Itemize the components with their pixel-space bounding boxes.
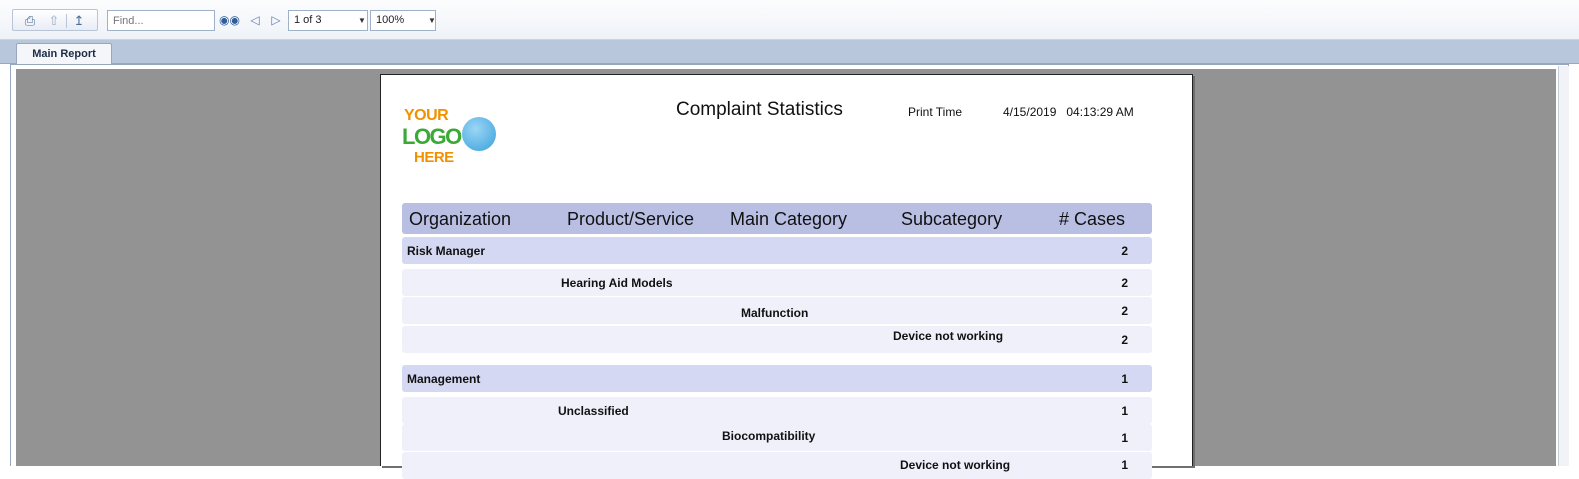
organization-name: Risk Manager — [407, 244, 486, 258]
report-toolbar: ⎙ ⇧ ↥ ◉◉ ◁ ▷ 1 of 3 ▼ 100% ▼ — [0, 0, 1579, 40]
case-count: 2 — [1121, 333, 1128, 347]
column-header-subcategory: Subcategory — [901, 209, 1003, 229]
page-dropdown-icon[interactable]: ▼ — [358, 16, 366, 25]
next-page-icon[interactable]: ▷ — [268, 12, 284, 28]
toolbar-separator — [66, 14, 67, 28]
subcategory-name: Device not working — [900, 458, 1011, 472]
logo-text-line2: LOGO — [402, 124, 462, 149]
organization-name: Management — [407, 372, 481, 386]
export-icon[interactable]: ↥ — [71, 13, 87, 29]
organization-row: Management 1 — [402, 365, 1152, 392]
main-category-row: Biocompatibility 1 — [402, 424, 1152, 451]
main-category-name: Malfunction — [741, 306, 809, 320]
tab-strip: Main Report — [0, 40, 1579, 65]
zoom-dropdown-icon[interactable]: ▼ — [428, 16, 436, 25]
binoculars-icon[interactable]: ◉◉ — [219, 12, 240, 28]
product-name: Hearing Aid Models — [561, 276, 673, 290]
subcategory-row: Device not working 2 — [402, 326, 1152, 353]
zoom-selector[interactable]: 100% — [370, 10, 436, 31]
case-count: 1 — [1121, 372, 1128, 386]
case-count: 2 — [1121, 304, 1128, 318]
subcategory-name: Device not working — [893, 329, 1004, 343]
column-header-product-service: Product/Service — [567, 209, 695, 229]
zoom-value: 100% — [376, 14, 405, 26]
case-count: 1 — [1121, 458, 1128, 472]
logo-text-line3: HERE — [414, 149, 454, 166]
column-header-organization: Organization — [409, 209, 512, 229]
main-category-row: Malfunction 2 — [402, 297, 1152, 324]
print-time-value: 4/15/2019 04:13:29 AM — [1003, 105, 1134, 119]
print-time-label: Print Time — [908, 105, 963, 119]
case-count: 2 — [1121, 244, 1128, 258]
previous-page-icon[interactable]: ◁ — [247, 12, 263, 28]
column-header-row: Organization Product/Service Main Catego… — [402, 203, 1152, 234]
report-page: YOUR LOGO HERE Complaint Statistics Prin… — [380, 74, 1193, 479]
case-count: 2 — [1121, 276, 1128, 290]
tab-main-report[interactable]: Main Report — [16, 43, 112, 65]
column-header-cases: # Cases — [1059, 209, 1126, 229]
column-header-main-category: Main Category — [730, 209, 848, 229]
logo-circle — [462, 117, 496, 151]
organization-row: Risk Manager 2 — [402, 237, 1152, 264]
page-selector[interactable]: 1 of 3 — [288, 10, 368, 31]
report-title: Complaint Statistics — [676, 99, 843, 120]
product-row: Unclassified 1 — [402, 397, 1152, 424]
logo-text-line1: YOUR — [404, 107, 449, 124]
company-logo: YOUR LOGO HERE — [401, 105, 501, 169]
main-category-name: Biocompatibility — [722, 429, 816, 443]
printer-icon[interactable]: ⎙ — [22, 13, 38, 29]
find-input[interactable] — [107, 10, 215, 31]
vertical-scrollbar[interactable] — [1558, 66, 1569, 466]
product-row: Hearing Aid Models 2 — [402, 269, 1152, 296]
case-count: 1 — [1121, 404, 1128, 418]
export-up-icon[interactable]: ⇧ — [46, 13, 62, 29]
case-count: 1 — [1121, 431, 1128, 445]
export-button-group: ⎙ ⇧ ↥ — [12, 9, 98, 31]
product-name: Unclassified — [558, 404, 629, 418]
page-indicator: 1 of 3 — [294, 14, 322, 26]
